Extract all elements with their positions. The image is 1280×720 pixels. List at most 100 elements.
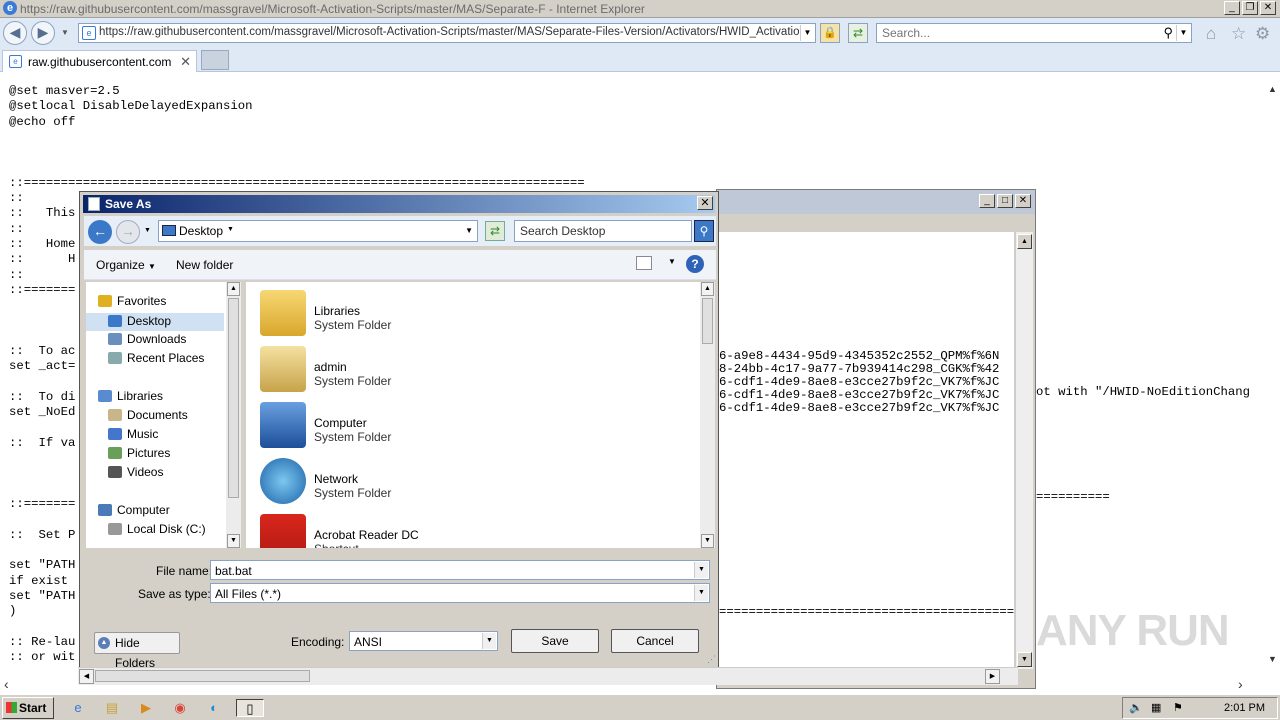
file-scroll-down-icon[interactable]: ▼: [701, 534, 714, 548]
view-dropdown-icon[interactable]: ▼: [668, 257, 676, 266]
location-chevron-icon[interactable]: ▼: [227, 226, 234, 233]
browser-search-input[interactable]: [880, 25, 1150, 41]
restore-button[interactable]: ❐: [1242, 1, 1258, 15]
lock-icon[interactable]: 🔒: [820, 23, 840, 43]
scroll-down-icon[interactable]: ▼: [1268, 654, 1277, 664]
dialog-close-button[interactable]: ✕: [697, 196, 713, 210]
save-button[interactable]: Save: [511, 629, 599, 653]
file-item[interactable]: Network System Folder: [260, 458, 660, 512]
cancel-button[interactable]: Cancel: [611, 629, 699, 653]
dialog-forward-button[interactable]: →: [116, 220, 140, 244]
network-tray-icon[interactable]: ▦: [1151, 701, 1161, 714]
dialog-search-placeholder[interactable]: Search Desktop: [520, 224, 605, 238]
hide-folders-button[interactable]: ▲ Hide Folders: [94, 632, 180, 670]
notepad-scroll-up-icon[interactable]: ▲: [1017, 234, 1032, 249]
notepad-maximize-button[interactable]: □: [997, 194, 1013, 208]
resize-grip-icon[interactable]: ⋰: [707, 654, 716, 665]
notepad-close-button[interactable]: ✕: [1015, 194, 1031, 208]
file-item[interactable]: Acrobat Reader DCShortcut1.96 KB: [260, 514, 660, 548]
tree-item-pictures[interactable]: Pictures: [108, 446, 170, 460]
page-scroll-right-icon[interactable]: ›: [1238, 676, 1243, 692]
tree-scroll-thumb[interactable]: [228, 298, 239, 498]
address-url[interactable]: https://raw.githubusercontent.com/massgr…: [99, 26, 799, 38]
history-dropdown-icon[interactable]: ▼: [61, 28, 69, 37]
tree-item-music[interactable]: Music: [108, 427, 158, 441]
tree-item-recent-places[interactable]: Recent Places: [108, 351, 204, 365]
refresh-button[interactable]: ⇄: [848, 23, 868, 43]
tab-close-icon[interactable]: ✕: [180, 54, 191, 70]
tree-item-computer[interactable]: Computer: [98, 503, 170, 517]
file-item[interactable]: admin System Folder: [260, 346, 660, 400]
new-folder-button[interactable]: New folder: [176, 258, 233, 272]
tree-item-videos[interactable]: Videos: [108, 465, 163, 479]
file-list-scrollbar[interactable]: ▲ ▼: [700, 282, 715, 548]
page-vertical-scrollbar[interactable]: ▲ ▼: [1266, 84, 1280, 664]
page-scroll-left-icon[interactable]: ‹: [4, 676, 9, 692]
tree-scroll-down-icon[interactable]: ▼: [227, 534, 240, 548]
recent-locations-dropdown-icon[interactable]: ▼: [144, 227, 151, 234]
browser-search-box[interactable]: ⚲ ▼: [876, 23, 1192, 43]
location-bar[interactable]: Desktop ▼ ▼: [158, 220, 478, 242]
encoding-value[interactable]: ANSI: [354, 635, 382, 649]
file-scroll-thumb[interactable]: [702, 298, 713, 344]
gear-icon[interactable]: ⚙: [1255, 24, 1270, 44]
location-label[interactable]: Desktop: [179, 224, 223, 238]
notepad-text-area[interactable]: 6-a9e8-4434-95d9-4345352c2552_QPM%f%6N 8-…: [719, 232, 1014, 669]
help-icon[interactable]: ?: [686, 255, 704, 273]
tab-active[interactable]: e raw.githubusercontent.com ✕: [2, 50, 197, 72]
file-item[interactable]: Libraries System Folder: [260, 290, 660, 344]
explorer-taskbar-icon[interactable]: ▤: [102, 699, 122, 717]
save-type-value[interactable]: All Files (*.*): [215, 587, 281, 601]
file-name-value[interactable]: bat.bat: [215, 564, 252, 578]
chrome-taskbar-icon[interactable]: ◉: [170, 699, 190, 717]
minimize-button[interactable]: _: [1224, 1, 1240, 15]
dialog-back-button[interactable]: ←: [88, 220, 112, 244]
start-button[interactable]: Start: [2, 697, 54, 719]
address-bar[interactable]: e https://raw.githubusercontent.com/mass…: [78, 23, 816, 43]
new-tab-button[interactable]: [201, 50, 229, 70]
ie-taskbar-icon[interactable]: e: [68, 699, 88, 717]
file-scroll-up-icon[interactable]: ▲: [701, 282, 714, 296]
back-button[interactable]: ◀: [3, 21, 27, 45]
tree-item-libraries[interactable]: Libraries: [98, 389, 163, 403]
encoding-dropdown-icon[interactable]: ▼: [482, 633, 496, 649]
tree-scroll-up-icon[interactable]: ▲: [227, 282, 240, 296]
volume-icon[interactable]: 🔈: [1129, 701, 1143, 714]
tree-item-downloads[interactable]: Downloads: [108, 332, 186, 346]
dialog-refresh-button[interactable]: ⇄: [485, 221, 505, 241]
forward-button[interactable]: ▶: [31, 21, 55, 45]
tree-item-desktop[interactable]: Desktop: [86, 313, 224, 331]
tree-scrollbar[interactable]: ▲ ▼: [226, 282, 241, 548]
action-center-flag-icon[interactable]: ⚑: [1173, 701, 1183, 714]
notepad-horizontal-scrollbar[interactable]: ◀ ▶: [78, 667, 1018, 685]
notepad-scroll-down-icon[interactable]: ▼: [1017, 652, 1032, 667]
home-icon[interactable]: ⌂: [1206, 24, 1216, 44]
tree-item-documents[interactable]: Documents: [108, 408, 188, 422]
notepad-taskbar-icon[interactable]: ▯: [236, 699, 264, 717]
search-dropdown-icon[interactable]: ▼: [1176, 25, 1190, 41]
tree-item-local-disk-c[interactable]: Local Disk (C:): [108, 522, 206, 536]
close-button[interactable]: ✕: [1260, 1, 1276, 15]
notepad-minimize-button[interactable]: _: [979, 194, 995, 208]
search-icon[interactable]: ⚲: [1163, 25, 1173, 41]
scroll-up-icon[interactable]: ▲: [1268, 84, 1277, 94]
address-dropdown-icon[interactable]: ▼: [800, 25, 814, 41]
dialog-search-icon[interactable]: ⚲: [694, 220, 714, 242]
file-name-field[interactable]: bat.bat ▼: [210, 560, 710, 580]
notepad-vertical-scrollbar[interactable]: ▲ ▼: [1015, 232, 1033, 669]
tree-item-favorites[interactable]: Favorites: [98, 294, 166, 308]
media-player-taskbar-icon[interactable]: ▶: [136, 699, 156, 717]
save-type-select[interactable]: All Files (*.*) ▼: [210, 583, 710, 603]
scroll-right-icon[interactable]: ▶: [985, 669, 1000, 684]
file-name-dropdown-icon[interactable]: ▼: [694, 562, 708, 578]
file-item[interactable]: Computer System Folder: [260, 402, 660, 456]
location-dropdown-icon[interactable]: ▼: [465, 226, 473, 235]
favorites-star-icon[interactable]: ☆: [1231, 24, 1246, 44]
encoding-select[interactable]: ANSI ▼: [349, 631, 498, 651]
change-view-icon[interactable]: [636, 256, 652, 270]
organize-button[interactable]: Organize ▼: [96, 258, 156, 272]
edge-taskbar-icon[interactable]: ◐: [204, 699, 224, 717]
save-type-dropdown-icon[interactable]: ▼: [694, 585, 708, 601]
horizontal-scroll-thumb[interactable]: [95, 670, 310, 682]
scroll-left-icon[interactable]: ◀: [79, 669, 94, 684]
